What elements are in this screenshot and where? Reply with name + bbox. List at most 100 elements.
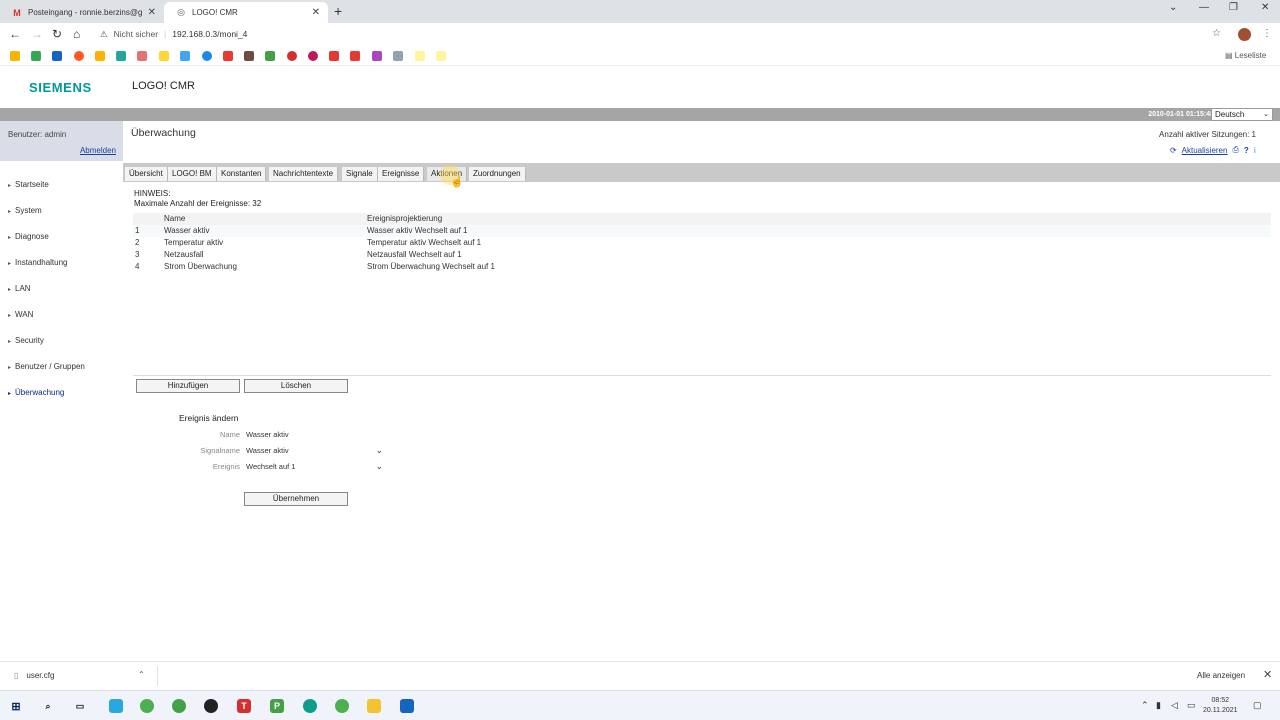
language-select[interactable]: Deutsch ⌄ — [1211, 108, 1273, 121]
table-row[interactable]: 3 Netzausfall Netzausfall Wechselt auf 1 — [133, 249, 1271, 261]
tab-zuordnungen[interactable]: Zuordnungen — [469, 167, 526, 181]
bookmark-icon[interactable] — [116, 51, 126, 61]
notification-icon[interactable]: ▢ — [1253, 700, 1262, 711]
app-icon[interactable]: P — [270, 699, 284, 713]
menu-icon[interactable]: ⋮ — [1262, 28, 1272, 39]
sidebar-item-label: Instandhaltung — [15, 258, 68, 267]
info-icon[interactable]: ⅰ — [1254, 146, 1256, 155]
bookmark-icon[interactable] — [180, 51, 190, 61]
close-tab-icon[interactable]: ✕ — [312, 7, 320, 18]
bookmark-icon[interactable] — [436, 51, 446, 61]
sidebar-item-startseite[interactable]: ▸ Startseite — [8, 180, 49, 189]
app-icon[interactable] — [400, 699, 414, 713]
bookmark-icon[interactable] — [159, 51, 169, 61]
chrome-icon[interactable] — [140, 699, 154, 713]
search-icon[interactable]: ⌕ — [41, 699, 55, 713]
edge-icon[interactable] — [303, 699, 317, 713]
chevron-up-icon[interactable]: ⌃ — [1141, 700, 1149, 711]
bookmark-icon[interactable] — [223, 51, 233, 61]
apply-button[interactable]: Übernehmen — [244, 492, 348, 506]
tab-search-icon[interactable]: ⌄ — [1169, 2, 1177, 13]
address-bar[interactable]: ⚠ Nicht sicher | 192.168.0.3/moni_4 — [100, 29, 247, 40]
app-icon[interactable]: T — [237, 699, 251, 713]
sidebar-item-benutzer-gruppen[interactable]: ▸ Benutzer / Gruppen — [8, 362, 85, 371]
restore-button[interactable]: ❐ — [1229, 2, 1238, 13]
print-icon[interactable]: ⎙ — [1232, 145, 1238, 155]
table-row[interactable]: 2 Temperatur aktiv Temperatur aktiv Wech… — [133, 237, 1271, 249]
bookmark-icon[interactable] — [202, 51, 212, 61]
bookmark-icon[interactable] — [95, 51, 105, 61]
add-button[interactable]: Hinzufügen — [136, 379, 240, 393]
apps-icon[interactable] — [10, 51, 20, 61]
profile-avatar[interactable] — [1238, 28, 1251, 41]
bookmark-icon[interactable] — [244, 51, 254, 61]
close-icon[interactable]: ✕ — [1263, 668, 1272, 681]
refresh-icon[interactable]: ⟳ — [1170, 146, 1177, 155]
row-number: 3 — [135, 250, 140, 259]
help-icon[interactable]: ? — [1244, 146, 1249, 155]
language-value: Deutsch — [1215, 110, 1245, 119]
task-view-icon[interactable]: ▭ — [73, 699, 87, 713]
bookmark-icon[interactable] — [52, 51, 62, 61]
app-icon[interactable] — [204, 699, 218, 713]
home-button[interactable]: ⌂ — [73, 27, 80, 41]
play-icon[interactable] — [31, 51, 41, 61]
close-tab-icon[interactable]: ✕ — [148, 7, 156, 18]
youtube-icon[interactable] — [350, 51, 360, 61]
tab-uebersicht[interactable]: Übersicht — [125, 167, 168, 181]
browser-tab-gmail[interactable]: M Posteingang - ronnie.berzins@g ✕ — [0, 2, 164, 23]
bookmark-icon[interactable] — [372, 51, 382, 61]
drive-icon[interactable] — [265, 51, 275, 61]
forward-button[interactable]: → — [31, 27, 43, 41]
minimize-button[interactable]: — — [1199, 2, 1209, 13]
table-row[interactable]: 1 Wasser aktiv Wasser aktiv Wechselt auf… — [133, 225, 1271, 237]
logout-link[interactable]: Abmelden — [80, 146, 116, 155]
battery-icon[interactable]: ▮ — [1156, 700, 1161, 711]
signal-value: Wasser aktiv — [246, 446, 289, 455]
back-button[interactable]: ← — [9, 27, 21, 41]
new-tab-button[interactable]: + — [334, 3, 342, 19]
pinterest-icon[interactable] — [287, 51, 297, 61]
chrome-icon[interactable] — [172, 699, 186, 713]
tab-logo-bm[interactable]: LOGO! BM — [168, 167, 217, 181]
name-field[interactable]: Wasser aktiv — [246, 430, 289, 439]
tab-signale[interactable]: Signale — [342, 167, 378, 181]
sidebar-item-instandhaltung[interactable]: ▸ Instandhaltung — [8, 258, 68, 267]
tab-nachrichtentexte[interactable]: Nachrichtentexte — [269, 167, 339, 181]
folder-icon[interactable] — [367, 699, 381, 713]
browser-tab-logo[interactable]: ◎ LOGO! CMR ✕ — [164, 2, 328, 23]
tab-konstanten[interactable]: Konstanten — [217, 167, 267, 181]
reload-button[interactable]: ↻ — [52, 27, 62, 41]
youtube-icon[interactable] — [329, 51, 339, 61]
table-row[interactable]: 4 Strom Überwachung Strom Überwachung We… — [133, 261, 1271, 273]
volume-icon[interactable]: ◁ — [1171, 700, 1178, 711]
bookmark-star-icon[interactable]: ☆ — [1212, 28, 1221, 39]
reading-list[interactable]: ▤ Leseliste — [1225, 51, 1266, 60]
chevron-up-icon[interactable]: ⌃ — [138, 670, 145, 679]
sidebar-item-diagnose[interactable]: ▸ Diagnose — [8, 232, 49, 241]
app-icon[interactable] — [109, 699, 123, 713]
chrome-icon[interactable] — [335, 699, 349, 713]
reddit-icon[interactable] — [74, 51, 84, 61]
delete-button[interactable]: Löschen — [244, 379, 348, 393]
gmail-icon[interactable] — [137, 51, 147, 61]
event-select[interactable]: Wechselt auf 1 ⌄ — [246, 461, 383, 471]
bookmark-icon[interactable] — [415, 51, 425, 61]
sidebar-item-wan[interactable]: ▸ WAN — [8, 310, 33, 319]
windows-start-icon[interactable]: ⊞ — [9, 699, 23, 713]
bookmark-icon[interactable] — [308, 51, 318, 61]
sidebar-item-ueberwachung[interactable]: ▸ Überwachung — [8, 388, 64, 397]
close-window-button[interactable]: ✕ — [1261, 2, 1269, 13]
download-item[interactable]: ▯ user.cfg — [14, 671, 54, 680]
file-icon: ▯ — [14, 671, 19, 680]
network-icon[interactable]: ▭ — [1187, 700, 1196, 711]
signal-select[interactable]: Wasser aktiv ⌄ — [246, 445, 383, 455]
sidebar-item-security[interactable]: ▸ Security — [8, 336, 44, 345]
taskbar-clock[interactable]: 08:52 20.11.2021 — [1203, 696, 1238, 716]
sidebar-item-system[interactable]: ▸ System — [8, 206, 42, 215]
refresh-link[interactable]: Aktualisieren — [1182, 146, 1228, 155]
sidebar-item-lan[interactable]: ▸ LAN — [8, 284, 31, 293]
bookmark-icon[interactable] — [393, 51, 403, 61]
tab-ereignisse[interactable]: Ereignisse — [378, 167, 425, 181]
show-all-link[interactable]: Alle anzeigen — [1197, 671, 1245, 680]
